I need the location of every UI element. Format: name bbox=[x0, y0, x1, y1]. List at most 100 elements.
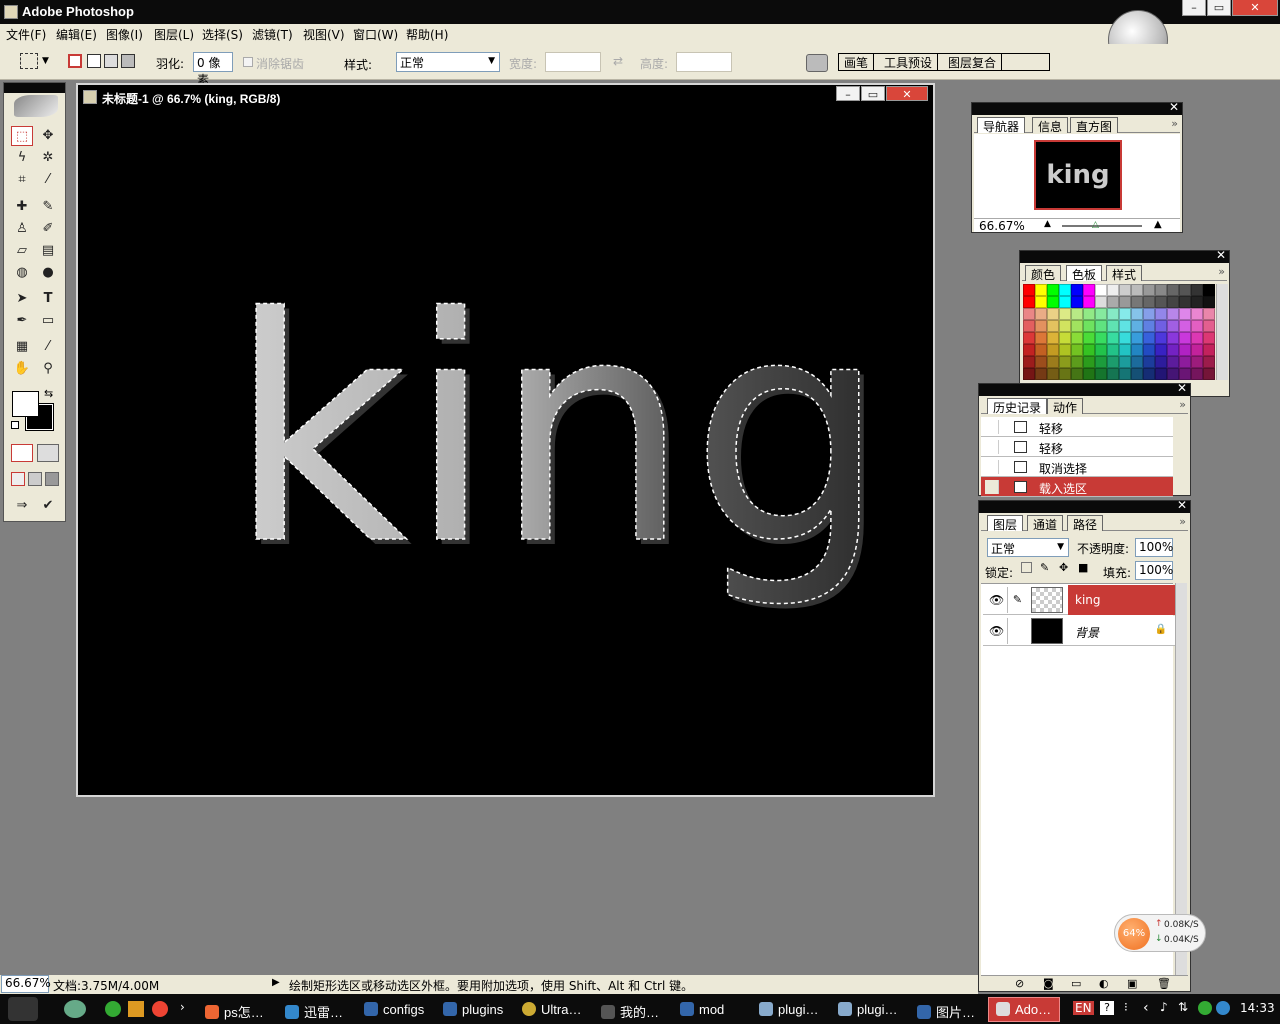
color-swatch[interactable] bbox=[1095, 296, 1107, 308]
color-swatch[interactable] bbox=[1059, 344, 1071, 356]
color-swatch[interactable] bbox=[1035, 296, 1047, 308]
color-swatch[interactable] bbox=[1131, 344, 1143, 356]
maximize-button[interactable]: ▭ bbox=[1207, 0, 1231, 16]
close-button[interactable]: ✕ bbox=[1232, 0, 1278, 16]
menu-select[interactable]: 选择(S) bbox=[202, 26, 243, 43]
color-swatch[interactable] bbox=[1131, 296, 1143, 308]
taskbar-item[interactable]: mod bbox=[680, 1002, 724, 1024]
blur-tool-icon[interactable]: ◍ bbox=[11, 263, 33, 283]
magic-wand-tool-icon[interactable]: ✲ bbox=[37, 148, 59, 168]
color-swatch[interactable] bbox=[1143, 320, 1155, 332]
language-indicator[interactable]: EN bbox=[1073, 1001, 1094, 1015]
tray-icon[interactable]: ⁝ bbox=[1124, 1000, 1128, 1014]
eraser-tool-icon[interactable]: ▱ bbox=[11, 241, 33, 261]
zoom-out-icon[interactable]: ▲ bbox=[1044, 219, 1051, 229]
color-swatch[interactable] bbox=[1107, 356, 1119, 368]
color-swatch[interactable] bbox=[1059, 320, 1071, 332]
color-swatch[interactable] bbox=[1059, 308, 1071, 320]
color-swatch[interactable] bbox=[1167, 308, 1179, 320]
healing-brush-icon[interactable]: ✚ bbox=[11, 197, 33, 217]
panel-menu-icon[interactable]: » bbox=[1179, 515, 1186, 528]
layer-row-selected[interactable]: 👁 ✎ king bbox=[983, 585, 1175, 615]
layer-style-icon[interactable]: ⊘ bbox=[1015, 977, 1024, 990]
color-swatch[interactable] bbox=[1035, 284, 1047, 296]
adjustment-layer-icon[interactable]: ◐ bbox=[1099, 977, 1109, 990]
doc-restore-button[interactable]: ▭ bbox=[861, 86, 885, 101]
color-swatch[interactable] bbox=[1191, 332, 1203, 344]
history-brush-source[interactable] bbox=[985, 460, 999, 474]
tab-channels[interactable]: 通道 bbox=[1027, 515, 1064, 532]
taskbar-item[interactable]: 图片… bbox=[917, 1002, 975, 1024]
zoom-slider-handle[interactable]: △ bbox=[1092, 220, 1099, 230]
color-swatch[interactable] bbox=[1035, 356, 1047, 368]
notes-tool-icon[interactable]: ▦ bbox=[11, 337, 33, 357]
zoom-in-icon[interactable]: ▲ bbox=[1154, 219, 1162, 230]
height-input[interactable] bbox=[676, 52, 732, 72]
visibility-eye-icon[interactable]: 👁 bbox=[989, 624, 1004, 638]
panel-menu-icon[interactable]: » bbox=[1179, 398, 1186, 411]
zoom-tool-icon[interactable]: ⚲ bbox=[37, 359, 59, 379]
color-swatch[interactable] bbox=[1035, 320, 1047, 332]
color-swatch[interactable] bbox=[1179, 284, 1191, 296]
color-swatch[interactable] bbox=[1155, 296, 1167, 308]
color-swatch[interactable] bbox=[1047, 332, 1059, 344]
history-item[interactable]: 轻移 bbox=[981, 417, 1173, 437]
tab-styles[interactable]: 样式 bbox=[1106, 265, 1143, 282]
menu-filter[interactable]: 滤镜(T) bbox=[252, 26, 293, 43]
color-swatch[interactable] bbox=[1047, 320, 1059, 332]
color-swatch[interactable] bbox=[1119, 368, 1131, 380]
subtract-selection-icon[interactable] bbox=[104, 54, 118, 68]
menu-view[interactable]: 视图(V) bbox=[303, 26, 345, 43]
color-swatch[interactable] bbox=[1119, 296, 1131, 308]
color-swatch[interactable] bbox=[1095, 368, 1107, 380]
chevron-right-icon[interactable]: › bbox=[180, 1000, 185, 1014]
color-swatch[interactable] bbox=[1107, 308, 1119, 320]
color-swatch[interactable] bbox=[1071, 296, 1083, 308]
link-slot[interactable] bbox=[1007, 618, 1027, 644]
color-swatch[interactable] bbox=[1083, 308, 1095, 320]
color-swatch[interactable] bbox=[1167, 344, 1179, 356]
color-swatch[interactable] bbox=[1131, 332, 1143, 344]
close-icon[interactable]: ✕ bbox=[1177, 498, 1187, 512]
lock-pixels-icon[interactable]: ✎ bbox=[1040, 561, 1049, 574]
color-swatch[interactable] bbox=[1071, 308, 1083, 320]
menu-layer[interactable]: 图层(L) bbox=[154, 26, 194, 43]
color-swatch[interactable] bbox=[1179, 332, 1191, 344]
color-swatch[interactable] bbox=[1047, 296, 1059, 308]
taskbar-item[interactable]: Ultra… bbox=[522, 1002, 581, 1024]
color-swatch[interactable] bbox=[1107, 320, 1119, 332]
color-swatch[interactable] bbox=[1179, 368, 1191, 380]
color-swatch[interactable] bbox=[1143, 356, 1155, 368]
document-titlebar[interactable]: 未标题-1 @ 66.7% (king, RGB/8) – ▭ ✕ bbox=[78, 85, 933, 109]
color-swatch[interactable] bbox=[1155, 284, 1167, 296]
move-tool-icon[interactable]: ✥ bbox=[37, 126, 59, 146]
color-swatch[interactable] bbox=[1107, 296, 1119, 308]
color-swatch[interactable] bbox=[1071, 320, 1083, 332]
color-swatch[interactable] bbox=[1083, 296, 1095, 308]
color-swatch[interactable] bbox=[1023, 308, 1035, 320]
panel-grip[interactable]: ✕ bbox=[972, 100, 1182, 115]
color-swatch[interactable] bbox=[1119, 332, 1131, 344]
doc-close-button[interactable]: ✕ bbox=[886, 86, 928, 101]
new-set-icon[interactable]: ▭ bbox=[1071, 977, 1081, 990]
path-select-icon[interactable]: ➤ bbox=[11, 289, 33, 309]
marquee-tool-icon[interactable]: ⬚ bbox=[11, 126, 33, 146]
color-swatch[interactable] bbox=[1059, 368, 1071, 380]
opacity-input[interactable]: 100% bbox=[1135, 538, 1173, 557]
color-swatch[interactable] bbox=[1095, 284, 1107, 296]
color-swatch[interactable] bbox=[1119, 308, 1131, 320]
type-tool-icon[interactable]: T bbox=[37, 289, 59, 309]
navigator-thumbnail[interactable]: king bbox=[1034, 140, 1122, 210]
color-swatch[interactable] bbox=[1047, 356, 1059, 368]
color-swatch[interactable] bbox=[1143, 344, 1155, 356]
brush-tool-icon[interactable]: ✎ bbox=[37, 197, 59, 217]
zoom-slider[interactable] bbox=[1062, 225, 1142, 227]
feather-icon[interactable] bbox=[14, 95, 58, 117]
color-swatch[interactable] bbox=[1071, 284, 1083, 296]
help-icon[interactable]: ? bbox=[1100, 1001, 1114, 1015]
color-swatch[interactable] bbox=[1059, 332, 1071, 344]
feather-input[interactable]: 0 像素 bbox=[193, 52, 233, 87]
close-icon[interactable]: ✕ bbox=[1216, 248, 1226, 262]
quicklaunch-icon[interactable] bbox=[64, 1000, 86, 1018]
color-swatch[interactable] bbox=[1203, 296, 1215, 308]
